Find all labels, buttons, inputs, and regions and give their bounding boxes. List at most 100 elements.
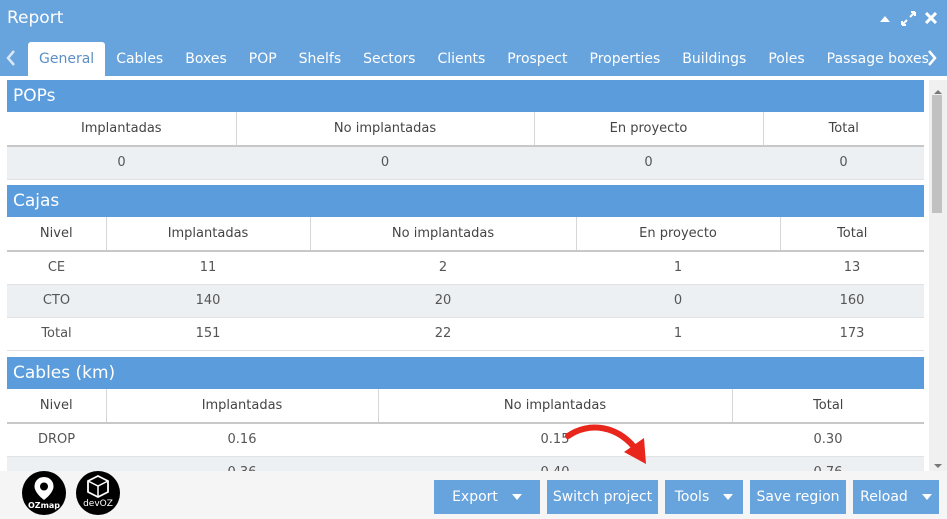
collapse-icon[interactable] [877,9,893,27]
section-cables: Cables (km) Nivel Implantadas No implant… [7,357,924,471]
chevron-down-icon [723,494,734,500]
table-row: 0.36 0.40 0.76 [7,456,924,471]
tab-general[interactable]: General [28,42,106,76]
maximize-icon[interactable] [900,9,916,27]
table-cell: 2 [310,251,576,285]
table-cell: 151 [106,317,310,351]
save-region-button[interactable]: Save region [750,480,846,514]
tools-button-label: Tools [674,489,710,505]
tab-scroll-right-icon[interactable] [927,50,941,66]
tab-passage-boxes[interactable]: Passage boxes [816,42,940,76]
export-button-label: Export [452,489,498,505]
table-row: CE 11 2 1 13 [7,251,924,285]
table-header-row: Implantadas No implantadas En proyecto T… [7,112,924,147]
cajas-table: Nivel Implantadas No implantadas En proy… [7,217,924,351]
table-header-row: Nivel Implantadas No implantadas Total [7,389,924,424]
section-title-pops: POPs [7,80,924,112]
table-header-row: Nivel Implantadas No implantadas En proy… [7,217,924,252]
table-cell: 0.30 [732,423,924,457]
table-row: CTO 140 20 0 160 [7,284,924,318]
scroll-down-icon[interactable] [933,456,943,468]
table-row: Total 151 22 1 173 [7,317,924,351]
column-header: No implantadas [236,112,535,147]
table-cell: 0 [576,284,780,318]
close-icon[interactable] [923,9,939,27]
window-titlebar: Report [0,0,947,38]
report-content[interactable]: POPs Implantadas No implantadas En proye… [0,76,929,471]
table-cell: 0 [763,146,924,180]
column-header: No implantadas [310,217,577,252]
column-header: Nivel [7,217,107,252]
window-title: Report [7,8,64,28]
table-cell: 0.76 [732,456,924,471]
tab-cables[interactable]: Cables [105,42,174,76]
column-header: Total [763,112,924,147]
table-cell [7,456,106,471]
table-cell: 0.40 [378,456,732,471]
chevron-down-icon [921,494,932,500]
table-cell: Total [7,317,106,351]
scroll-up-icon[interactable] [933,82,943,94]
tab-properties[interactable]: Properties [579,42,672,76]
column-header: Total [732,389,924,424]
column-header: En proyecto [534,112,764,147]
table-cell: 140 [106,284,310,318]
column-header: En proyecto [576,217,781,252]
column-header: Implantadas [7,112,237,147]
tools-button[interactable]: Tools [665,480,743,514]
scrollbar-thumb[interactable] [932,95,942,213]
column-header: Implantadas [106,389,379,424]
section-title-cables: Cables (km) [7,357,924,389]
table-cell: 1 [576,251,780,285]
column-header: No implantadas [378,389,733,424]
tab-sectors[interactable]: Sectors [352,42,426,76]
table-cell: 13 [780,251,924,285]
table-cell: 22 [310,317,576,351]
ozmap-logo-text: OZmap [27,501,61,510]
table-cell: CTO [7,284,106,318]
vertical-scrollbar[interactable] [929,80,947,471]
table-cell: 0.15 [378,423,732,457]
table-row: 0 0 0 0 [7,146,924,180]
table-cell: 0.16 [106,423,378,457]
annotation-arrow-icon [565,424,646,464]
tab-prospect[interactable]: Prospect [496,42,578,76]
window-controls [877,9,939,27]
section-cajas: Cajas Nivel Implantadas No implantadas E… [7,185,924,351]
tab-poles[interactable]: Poles [757,42,815,76]
table-cell: 0 [7,146,236,180]
table-cell: 0 [534,146,763,180]
table-cell: 173 [780,317,924,351]
column-header: Nivel [7,389,107,424]
switch-project-button[interactable]: Switch project [547,480,658,514]
tab-clients[interactable]: Clients [426,42,496,76]
table-cell: CE [7,251,106,285]
devoz-logo: devOZ [76,471,120,515]
table-cell: DROP [7,423,106,457]
tab-pop[interactable]: POP [238,42,288,76]
tab-boxes[interactable]: Boxes [174,42,238,76]
pops-table: Implantadas No implantadas En proyecto T… [7,112,924,180]
footer-bar: OZmap devOZ Export Switch project Tools … [0,471,947,519]
chevron-down-icon [511,494,522,500]
export-button[interactable]: Export [434,480,540,514]
reload-button[interactable]: Reload [853,480,939,514]
devoz-logo-text: devOZ [83,499,113,509]
reload-button-label: Reload [860,489,908,505]
tab-scroll-left-icon[interactable] [6,50,20,66]
ozmap-logo: OZmap [22,471,66,515]
table-cell: 0.36 [106,456,378,471]
section-title-cajas: Cajas [7,185,924,217]
table-cell: 20 [310,284,576,318]
tab-shelfs[interactable]: Shelfs [288,42,353,76]
section-pops: POPs Implantadas No implantadas En proye… [7,80,924,180]
tab-buildings[interactable]: Buildings [671,42,757,76]
column-header: Implantadas [106,217,311,252]
table-cell: 11 [106,251,310,285]
table-row: DROP 0.16 0.15 0.30 [7,423,924,457]
table-cell: 1 [576,317,780,351]
table-cell: 0 [236,146,534,180]
table-cell: 160 [780,284,924,318]
tab-list: General Cables Boxes POP Shelfs Sectors … [28,42,940,76]
column-header: Total [780,217,924,252]
